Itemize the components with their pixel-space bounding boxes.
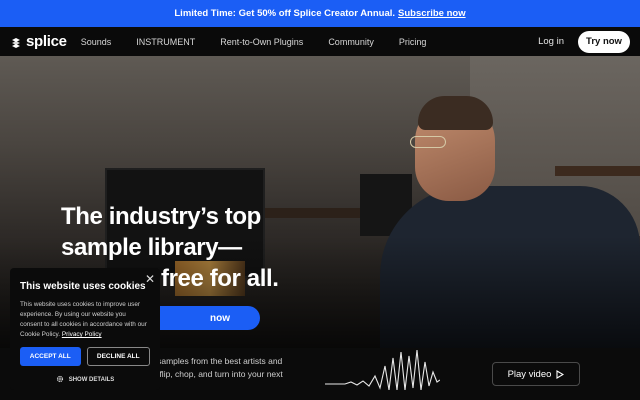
nav-links: Sounds INSTRUMENT Rent-to-Own Plugins Co… bbox=[81, 37, 452, 47]
cookie-consent-dialog: ✕ This website uses cookies This website… bbox=[10, 268, 160, 390]
nav-link-community[interactable]: Community bbox=[328, 37, 374, 47]
hero-person-glasses bbox=[410, 136, 446, 148]
splice-logo-icon bbox=[10, 36, 22, 48]
nav-link-pricing[interactable]: Pricing bbox=[399, 37, 427, 47]
privacy-policy-link[interactable]: Privacy Policy bbox=[62, 331, 102, 338]
show-details-toggle[interactable]: SHOW DETAILS bbox=[20, 375, 150, 385]
intro-text: n samples from the best artists and to f… bbox=[150, 355, 310, 381]
subscribe-link[interactable]: Subscribe now bbox=[398, 8, 466, 19]
splice-logo[interactable]: splice bbox=[10, 33, 67, 50]
play-video-button[interactable]: Play video bbox=[492, 362, 580, 386]
intro-line: n samples from the best artists and bbox=[150, 356, 283, 366]
gear-icon bbox=[56, 375, 64, 385]
hero-background-shelf bbox=[555, 166, 640, 176]
top-nav: splice Sounds INSTRUMENT Rent-to-Own Plu… bbox=[0, 27, 640, 56]
promo-banner: Limited Time: Get 50% off Splice Creator… bbox=[0, 0, 640, 27]
logo-wordmark: splice bbox=[26, 33, 67, 50]
decline-all-button[interactable]: DECLINE ALL bbox=[86, 347, 150, 366]
hero-person-hair bbox=[418, 96, 493, 130]
nav-link-rent-to-own[interactable]: Rent-to-Own Plugins bbox=[220, 37, 303, 47]
try-now-button[interactable]: Try now bbox=[578, 30, 630, 53]
nav-link-instrument[interactable]: INSTRUMENT bbox=[136, 37, 195, 47]
close-icon[interactable]: ✕ bbox=[145, 272, 155, 286]
cookie-body: This website uses cookies to improve use… bbox=[20, 300, 150, 340]
cookie-title: This website uses cookies bbox=[20, 281, 146, 292]
promo-text: Limited Time: Get 50% off Splice Creator… bbox=[174, 8, 396, 19]
play-icon bbox=[556, 369, 565, 379]
waveform-graphic bbox=[325, 349, 440, 390]
cookie-buttons: ACCEPT ALL DECLINE ALL bbox=[20, 347, 150, 366]
intro-line: to flip, chop, and turn into your next bbox=[150, 369, 283, 379]
show-details-label: SHOW DETAILS bbox=[68, 377, 115, 383]
play-video-label: Play video bbox=[507, 368, 552, 380]
nav-right: Log in Try now bbox=[538, 30, 630, 53]
login-link[interactable]: Log in bbox=[538, 36, 564, 47]
headline-line: sample library— bbox=[61, 234, 242, 261]
headline-line: The industry’s top bbox=[61, 203, 261, 230]
nav-link-sounds[interactable]: Sounds bbox=[81, 37, 112, 47]
accept-all-button[interactable]: ACCEPT ALL bbox=[20, 347, 81, 366]
